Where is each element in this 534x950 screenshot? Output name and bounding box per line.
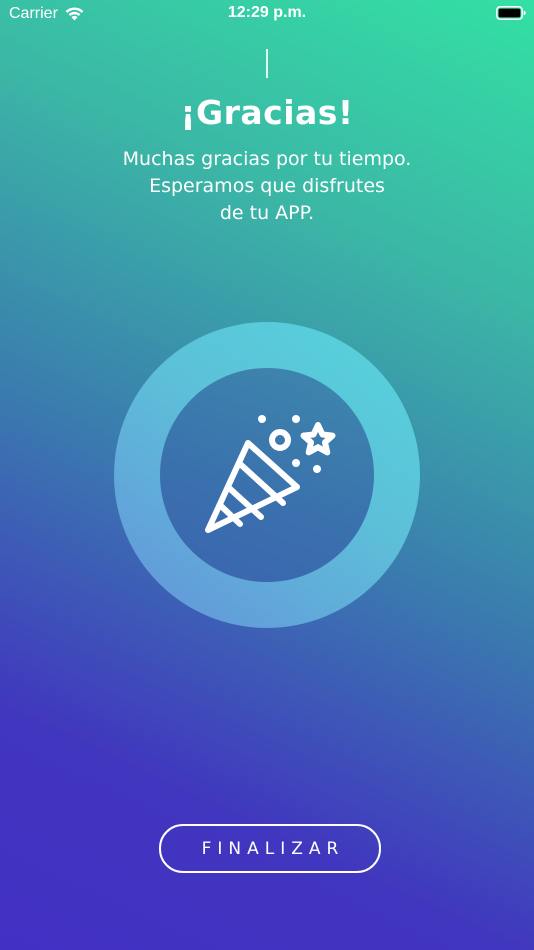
party-popper-icon: [205, 415, 336, 533]
page-title: ¡Gracias!: [180, 93, 354, 132]
message-line: Esperamos que disfrutes: [149, 175, 385, 197]
status-bar: Carrier 12:29 p.m.: [0, 0, 534, 30]
thank-you-message: Muchas gracias por tu tiempo. Esperamos …: [60, 146, 474, 227]
top-divider: [266, 49, 268, 78]
finalize-button[interactable]: FINALIZAR: [159, 824, 381, 873]
battery-icon: [496, 6, 526, 20]
message-line: Muchas gracias por tu tiempo.: [122, 148, 412, 170]
status-time: 12:29 p.m.: [227, 4, 307, 21]
thank-you-screen: Carrier 12:29 p.m. ¡Gracias! Muchas grac…: [0, 0, 534, 950]
message-line: de tu APP.: [219, 202, 315, 224]
